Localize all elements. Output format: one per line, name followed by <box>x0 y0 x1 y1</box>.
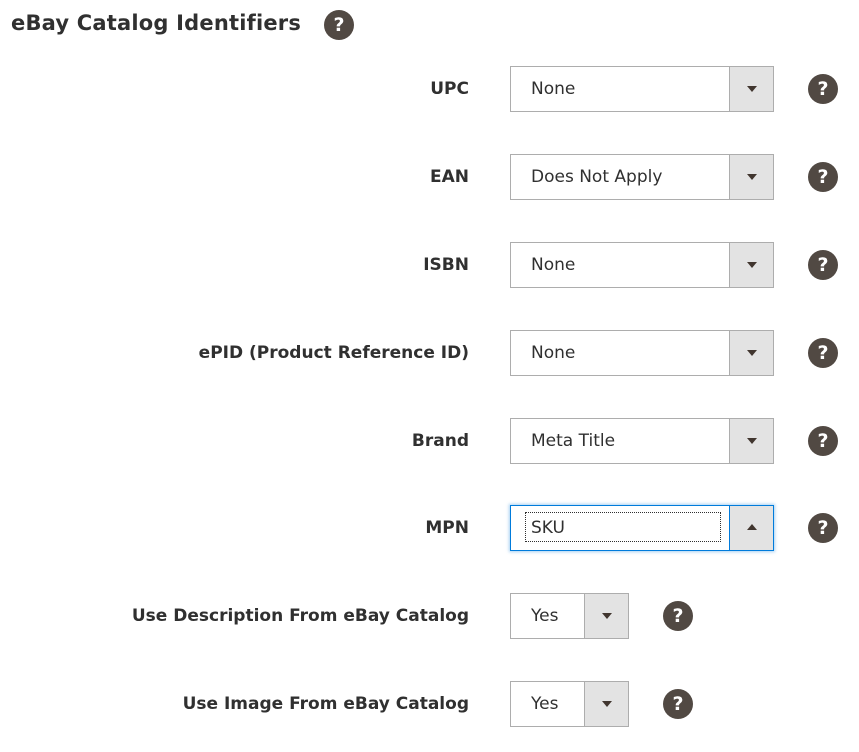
use-description-help-icon[interactable]: ? <box>663 601 693 631</box>
field-label-mpn: MPN <box>425 518 469 538</box>
isbn-help-icon[interactable]: ? <box>808 250 838 280</box>
upc-select-value: None <box>531 79 576 99</box>
use-image-select-value: Yes <box>531 694 559 714</box>
use-image-select-toggle[interactable] <box>584 682 628 726</box>
isbn-select-value: None <box>531 255 576 275</box>
section-help-icon[interactable]: ? <box>324 10 354 40</box>
mpn-select-value: SKU <box>531 518 565 538</box>
chevron-down-icon <box>747 174 757 180</box>
mpn-select-toggle[interactable] <box>729 506 773 550</box>
field-row-use-description: Use Description From eBay Catalog Yes ? <box>0 593 859 639</box>
field-label-epid: ePID (Product Reference ID) <box>198 343 469 363</box>
field-label-use-image: Use Image From eBay Catalog <box>182 694 469 714</box>
isbn-select[interactable]: None <box>510 242 774 288</box>
use-image-help-icon[interactable]: ? <box>663 689 693 719</box>
field-row-brand: Brand Meta Title ? <box>0 418 859 464</box>
use-description-select[interactable]: Yes <box>510 593 629 639</box>
ebay-catalog-identifiers-panel: eBay Catalog Identifiers ? UPC None ? EA… <box>0 0 859 752</box>
field-label-ean: EAN <box>430 167 469 187</box>
chevron-down-icon <box>747 350 757 356</box>
field-row-upc: UPC None ? <box>0 66 859 112</box>
epid-select-toggle[interactable] <box>729 331 773 375</box>
section-title: eBay Catalog Identifiers <box>11 11 302 35</box>
mpn-select[interactable]: SKU <box>510 505 774 551</box>
brand-select-toggle[interactable] <box>729 419 773 463</box>
ean-select[interactable]: Does Not Apply <box>510 154 774 200</box>
brand-select-value: Meta Title <box>531 431 616 451</box>
brand-select[interactable]: Meta Title <box>510 418 774 464</box>
field-label-brand: Brand <box>411 431 469 451</box>
use-description-select-value: Yes <box>531 606 559 626</box>
epid-select-value: None <box>531 343 576 363</box>
field-row-epid: ePID (Product Reference ID) None ? <box>0 330 859 376</box>
chevron-down-icon <box>747 438 757 444</box>
use-description-select-toggle[interactable] <box>584 594 628 638</box>
mpn-help-icon[interactable]: ? <box>808 513 838 543</box>
epid-help-icon[interactable]: ? <box>808 338 838 368</box>
field-label-upc: UPC <box>430 79 469 99</box>
field-label-isbn: ISBN <box>423 255 469 275</box>
upc-select-toggle[interactable] <box>729 67 773 111</box>
field-row-isbn: ISBN None ? <box>0 242 859 288</box>
chevron-down-icon <box>602 701 612 707</box>
field-row-use-image: Use Image From eBay Catalog Yes ? <box>0 681 859 727</box>
ean-help-icon[interactable]: ? <box>808 162 838 192</box>
field-label-use-description: Use Description From eBay Catalog <box>131 606 469 626</box>
upc-help-icon[interactable]: ? <box>808 74 838 104</box>
chevron-up-icon <box>747 524 757 530</box>
upc-select[interactable]: None <box>510 66 774 112</box>
brand-help-icon[interactable]: ? <box>808 426 838 456</box>
use-image-select[interactable]: Yes <box>510 681 629 727</box>
ean-select-toggle[interactable] <box>729 155 773 199</box>
chevron-down-icon <box>747 262 757 268</box>
field-row-ean: EAN Does Not Apply ? <box>0 154 859 200</box>
chevron-down-icon <box>747 86 757 92</box>
isbn-select-toggle[interactable] <box>729 243 773 287</box>
chevron-down-icon <box>602 613 612 619</box>
ean-select-value: Does Not Apply <box>531 167 663 187</box>
epid-select[interactable]: None <box>510 330 774 376</box>
field-row-mpn: MPN SKU ? <box>0 505 859 551</box>
